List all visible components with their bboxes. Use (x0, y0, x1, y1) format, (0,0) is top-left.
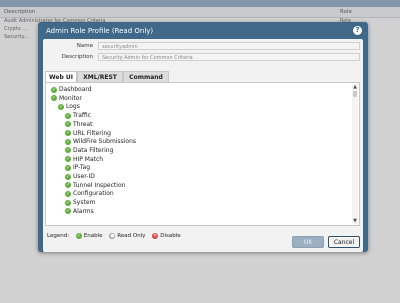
check-icon[interactable]: ✓ (65, 112, 71, 119)
scroll-thumb[interactable] (353, 91, 357, 97)
description-label: Description (61, 54, 93, 60)
tree-item[interactable]: ✓ URL Filtering (65, 130, 111, 138)
tree-item[interactable]: ✓ Traffic (65, 112, 91, 120)
check-icon[interactable]: ✓ (65, 190, 71, 197)
legend-title: Legend: (47, 233, 70, 239)
tree-item-label: Traffic (73, 112, 92, 120)
check-icon: ✓ (75, 232, 82, 239)
tree-item-label: System (73, 199, 96, 207)
name-field[interactable]: securityadmin (98, 42, 360, 50)
check-icon[interactable]: ✓ (65, 173, 71, 180)
tree-item[interactable]: ✓ System (65, 199, 95, 207)
tree-item[interactable]: ✓ Logs (58, 103, 80, 111)
tree-item[interactable]: ✓ HIP Match (65, 156, 103, 164)
tree-item-label: Dashboard (59, 86, 92, 93)
tree-item[interactable]: ✓ Tunnel Inspection (65, 182, 125, 190)
tree-item-label: HIP Match (73, 155, 104, 163)
check-icon[interactable]: ✓ (65, 130, 71, 136)
dialog-title: Admin Role Profile (Read Only) (46, 27, 154, 35)
tree-item[interactable]: ✓ Monitor (51, 95, 82, 103)
tree-item-label: Threat (73, 120, 93, 128)
dialog-panel: Name securityadmin Description Security … (43, 39, 363, 252)
check-icon[interactable]: ✓ (51, 86, 57, 93)
check-icon[interactable]: ✓ (58, 103, 64, 110)
description-field[interactable]: Security Admin for Common Criteria (98, 53, 360, 61)
legend-enable: ✓ Enable (75, 232, 103, 239)
tree-item-label: User-ID (73, 173, 95, 180)
tree-item-label: IP-Tag (73, 164, 91, 172)
tree-item[interactable]: ✓ IP-Tag (65, 164, 90, 172)
legend: Legend: ✓ Enable ● Read Only ✕ Disable (47, 232, 186, 240)
check-icon[interactable]: ✓ (65, 147, 71, 154)
tree-item-label: Monitor (59, 94, 82, 102)
help-icon[interactable]: ? (353, 26, 362, 35)
check-icon[interactable]: ✓ (65, 121, 71, 128)
tree-item-label: Tunnel Inspection (73, 181, 126, 189)
check-icon[interactable]: ✓ (65, 199, 71, 206)
scroll-down-icon[interactable]: ▼ (352, 218, 358, 224)
disable-icon: ✕ (152, 232, 159, 239)
tree-item-label: Alarms (73, 207, 94, 215)
check-icon[interactable]: ✓ (65, 182, 71, 189)
tree-item[interactable]: ✓ Data Filtering (65, 147, 113, 155)
check-icon[interactable]: ✓ (65, 138, 71, 145)
tree-item[interactable]: ✓ User-ID (65, 173, 95, 181)
check-icon[interactable]: ✓ (65, 208, 71, 215)
name-label: Name (76, 43, 93, 49)
tree-item[interactable]: ✓ Configuration (65, 190, 114, 198)
check-icon[interactable]: ✓ (65, 156, 71, 163)
check-icon[interactable]: ✓ (65, 164, 71, 171)
tree-item[interactable]: ✓ Alarms (65, 208, 94, 216)
tree-item[interactable]: ✓ WildFire Submissions (65, 138, 136, 146)
cancel-button[interactable]: Cancel (328, 236, 360, 248)
tree-item-label: URL Filtering (73, 129, 111, 137)
tree-item[interactable]: ✓ Threat (65, 121, 93, 129)
legend-read-only: ● Read Only (109, 232, 146, 239)
tree-scrollbar[interactable] (352, 84, 358, 224)
check-icon[interactable]: ✓ (51, 95, 57, 102)
tree-item-label: WildFire Submissions (73, 138, 137, 146)
scroll-up-icon[interactable]: ▲ (352, 84, 358, 90)
ok-button[interactable]: OK (292, 236, 324, 248)
permissions-tree: ✓ Dashboard ✓ Monitor ✓ Logs ✓ Traffic ✓ Threat ✓ U… (45, 82, 360, 226)
legend-disable: ✕ Disable (152, 232, 181, 239)
tree-item[interactable]: ✓ Dashboard (51, 86, 92, 94)
tree-item-label: Data Filtering (73, 146, 114, 154)
tree-item-label: Logs (66, 103, 80, 111)
eye-icon: ● (109, 232, 116, 239)
admin-role-profile-dialog: Admin Role Profile (Read Only) ? Name se… (38, 22, 368, 252)
tree-item-label: Configuration (73, 190, 114, 198)
